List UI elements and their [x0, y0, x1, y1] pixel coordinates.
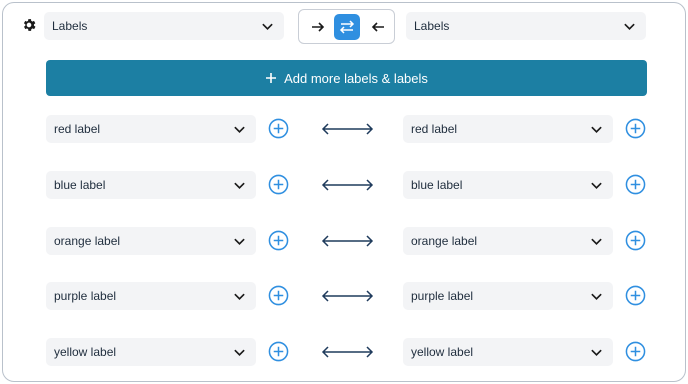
add-more-labels-button[interactable]: Add more labels & labels	[46, 60, 647, 96]
target-label-select[interactable]: purple label	[403, 282, 613, 310]
add-source-label-icon[interactable]	[268, 230, 289, 251]
left-label-select-value: Labels	[52, 19, 88, 33]
chevron-down-icon	[234, 293, 245, 301]
chevron-down-icon	[262, 23, 273, 31]
source-label-value: red label	[54, 122, 101, 136]
chevron-down-icon	[234, 182, 245, 190]
source-label-select[interactable]: purple label	[46, 282, 256, 310]
chevron-down-icon	[234, 238, 245, 246]
add-target-label-icon[interactable]	[625, 118, 646, 139]
add-target-label-icon[interactable]	[625, 341, 646, 362]
add-target-label-icon[interactable]	[625, 285, 646, 306]
direction-both-button[interactable]	[334, 14, 360, 40]
add-source-label-icon[interactable]	[268, 285, 289, 306]
target-label-select[interactable]: orange label	[403, 227, 613, 255]
source-label-value: purple label	[54, 289, 117, 303]
gear-icon[interactable]	[21, 17, 37, 33]
source-label-select[interactable]: yellow label	[46, 338, 256, 366]
mapping-row: yellow label yellow label	[3, 338, 688, 366]
bidirectional-arrow-icon	[321, 290, 374, 302]
target-label-select[interactable]: blue label	[403, 171, 613, 199]
bidirectional-arrow-icon	[321, 346, 374, 358]
target-label-value: orange label	[411, 234, 478, 248]
mapping-row: blue label blue label	[3, 171, 688, 199]
chevron-down-icon	[234, 349, 245, 357]
target-label-select[interactable]: yellow label	[403, 338, 613, 366]
chevron-down-icon	[591, 293, 602, 301]
add-source-label-icon[interactable]	[268, 118, 289, 139]
add-source-label-icon[interactable]	[268, 174, 289, 195]
chevron-down-icon	[591, 182, 602, 190]
target-label-select[interactable]: red label	[403, 115, 613, 143]
right-label-select[interactable]: Labels	[406, 12, 646, 40]
chevron-down-icon	[591, 126, 602, 134]
add-source-label-icon[interactable]	[268, 341, 289, 362]
source-label-select[interactable]: red label	[46, 115, 256, 143]
mapping-row: purple label purple label	[3, 282, 688, 310]
target-label-value: yellow label	[411, 345, 474, 359]
direction-left-button[interactable]	[365, 14, 391, 40]
direction-toggle-group	[298, 9, 395, 44]
mapping-row: red label red label	[3, 115, 688, 143]
source-label-value: yellow label	[54, 345, 117, 359]
chevron-down-icon	[624, 23, 635, 31]
swap-arrows-icon	[339, 20, 355, 34]
source-label-value: blue label	[54, 178, 106, 192]
arrow-left-icon	[371, 22, 384, 32]
chevron-down-icon	[591, 238, 602, 246]
bidirectional-arrow-icon	[321, 235, 374, 247]
source-label-select[interactable]: blue label	[46, 171, 256, 199]
right-label-select-value: Labels	[414, 19, 450, 33]
add-target-label-icon[interactable]	[625, 230, 646, 251]
mapping-row: orange label orange label	[3, 227, 688, 255]
plus-icon	[266, 73, 277, 83]
target-label-value: blue label	[411, 178, 463, 192]
target-label-value: purple label	[411, 289, 474, 303]
direction-right-button[interactable]	[305, 14, 331, 40]
add-target-label-icon[interactable]	[625, 174, 646, 195]
bidirectional-arrow-icon	[321, 123, 374, 135]
source-label-select[interactable]: orange label	[46, 227, 256, 255]
target-label-value: red label	[411, 122, 458, 136]
left-label-select[interactable]: Labels	[44, 12, 284, 40]
bidirectional-arrow-icon	[321, 179, 374, 191]
arrow-right-icon	[312, 22, 325, 32]
chevron-down-icon	[591, 349, 602, 357]
source-label-value: orange label	[54, 234, 121, 248]
chevron-down-icon	[234, 126, 245, 134]
add-more-labels-label: Add more labels & labels	[284, 70, 428, 86]
mapping-panel: Labels Labels Add more labels & labels r…	[2, 2, 686, 382]
